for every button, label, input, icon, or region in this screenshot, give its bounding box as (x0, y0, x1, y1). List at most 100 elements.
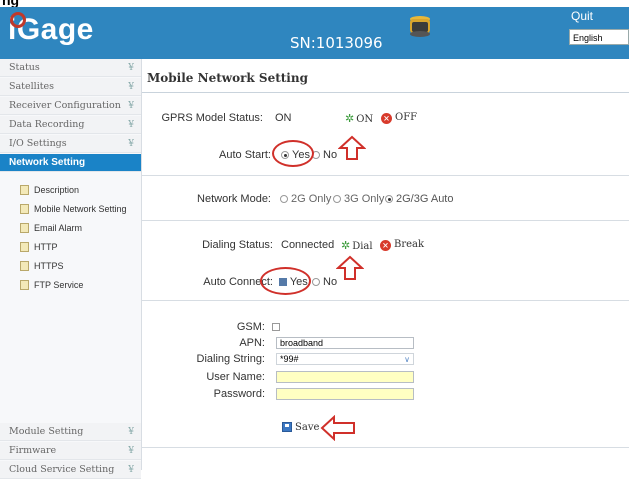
floppy-disk-icon (282, 422, 292, 432)
sidebar-item-label: Firmware (9, 445, 57, 456)
green-power-icon: ✲ (341, 239, 351, 252)
network-mode-3g-radio[interactable]: 3G Only (333, 193, 384, 205)
network-mode-2g-label: 2G Only (291, 193, 332, 205)
sidebar: Status ¥ Satellites ¥ Receiver Configura… (0, 59, 142, 479)
sub-item-label: HTTPS (34, 261, 64, 271)
gprs-on-label: ON (356, 114, 374, 125)
password-label: Password: (213, 388, 265, 400)
document-icon (20, 185, 29, 195)
red-close-icon: × (380, 240, 391, 251)
apn-input[interactable]: broadband (276, 337, 414, 349)
double-chevron-down-icon: ¥ (128, 427, 134, 437)
document-icon (20, 204, 29, 214)
double-chevron-down-icon: ¥ (128, 139, 134, 149)
window-title-text: ng (2, 0, 19, 7)
radio-selected-icon (385, 195, 393, 203)
double-chevron-down-icon: ¥ (128, 101, 134, 111)
document-icon (20, 242, 29, 252)
title-divider (142, 92, 629, 93)
radio-unselected-icon (333, 195, 341, 203)
sub-item-label: Email Alarm (34, 223, 83, 233)
annotation-left-arrow-icon (320, 415, 355, 441)
break-button[interactable]: × Break (380, 239, 424, 251)
gprs-off-button[interactable]: × OFF (381, 112, 417, 124)
section-divider (142, 220, 629, 221)
window-title-fragment: ng (0, 0, 629, 7)
auto-start-no-radio[interactable]: No (312, 149, 337, 161)
dialing-status-value: Connected (281, 239, 335, 251)
sidebar-item-network-setting[interactable]: Network Setting (0, 154, 141, 172)
sub-item-label: Mobile Network Setting (34, 204, 127, 214)
username-input[interactable] (276, 371, 414, 383)
igage-logo: iGage (8, 12, 94, 47)
annotation-up-arrow-icon (338, 135, 366, 160)
network-mode-auto-radio[interactable]: 2G/3G Auto (385, 193, 453, 205)
sidebar-item-io-settings[interactable]: I/O Settings ¥ (0, 135, 141, 153)
password-input[interactable] (276, 388, 414, 400)
sidebar-item-satellites[interactable]: Satellites ¥ (0, 78, 141, 96)
save-label: Save (295, 422, 320, 433)
gsm-checkbox[interactable] (272, 321, 280, 333)
main-panel: Mobile Network Setting GPRS Model Status… (142, 59, 629, 470)
annotation-up-arrow-icon (336, 255, 364, 280)
network-mode-2g-radio[interactable]: 2G Only (280, 193, 331, 205)
serial-number: SN:1013096 (290, 34, 383, 52)
sidebar-item-label: Network Setting (9, 157, 86, 168)
break-label: Break (394, 239, 425, 250)
sidebar-item-cloud-service-setting[interactable]: Cloud Service Setting ¥ (0, 461, 141, 479)
sub-item-email-alarm[interactable]: Email Alarm (20, 221, 82, 235)
apn-label: APN: (239, 337, 265, 349)
sidebar-item-label: Status (9, 62, 40, 73)
sidebar-item-module-setting[interactable]: Module Setting ¥ (0, 423, 141, 441)
sidebar-item-status[interactable]: Status ¥ (0, 59, 141, 77)
gprs-on-button[interactable]: ✲ ON (345, 112, 373, 125)
auto-connect-label: Auto Connect: (203, 276, 273, 288)
dialing-string-label: Dialing String: (196, 353, 265, 365)
double-chevron-down-icon: ¥ (128, 446, 134, 456)
quit-link[interactable]: Quit (571, 9, 593, 23)
sidebar-item-label: Receiver Configuration (9, 100, 121, 111)
sidebar-item-data-recording[interactable]: Data Recording ¥ (0, 116, 141, 134)
sidebar-item-receiver-configuration[interactable]: Receiver Configuration ¥ (0, 97, 141, 115)
gprs-off-label: OFF (395, 112, 418, 123)
gsm-label: GSM: (236, 321, 265, 333)
auto-connect-no-radio[interactable]: No (312, 276, 337, 288)
double-chevron-down-icon: ¥ (128, 63, 134, 73)
network-mode-auto-label: 2G/3G Auto (396, 193, 454, 205)
dialing-string-value: *99# (280, 354, 299, 364)
sidebar-item-label: I/O Settings (9, 138, 67, 149)
network-mode-label: Network Mode: (197, 193, 271, 205)
section-divider (142, 175, 629, 176)
document-icon (20, 261, 29, 271)
sub-item-http[interactable]: HTTP (20, 240, 58, 254)
radio-unselected-icon (312, 278, 320, 286)
dialing-status-label: Dialing Status: (202, 239, 273, 251)
annotation-circle (260, 267, 311, 295)
dial-label: Dial (352, 241, 373, 252)
sub-item-https[interactable]: HTTPS (20, 259, 64, 273)
page-title: Mobile Network Setting (147, 71, 308, 85)
sidebar-item-firmware[interactable]: Firmware ¥ (0, 442, 141, 460)
annotation-circle (272, 140, 314, 167)
sub-item-description[interactable]: Description (20, 183, 79, 197)
sidebar-item-label: Satellites (9, 81, 55, 92)
checkbox-unchecked-icon (272, 323, 280, 331)
sub-item-label: FTP Service (34, 280, 84, 290)
gnss-receiver-icon (410, 16, 430, 37)
double-chevron-down-icon: ¥ (128, 82, 134, 92)
sub-item-label: Description (34, 185, 80, 195)
gprs-status-value: ON (275, 112, 292, 124)
dialing-string-select[interactable]: *99# ∨ (276, 353, 414, 365)
sub-item-ftp-service[interactable]: FTP Service (20, 278, 83, 292)
document-icon (20, 223, 29, 233)
double-chevron-down-icon: ¥ (128, 120, 134, 130)
double-chevron-down-icon: ¥ (128, 465, 134, 475)
dial-button[interactable]: ✲ Dial (341, 239, 373, 252)
language-select[interactable]: English (569, 29, 629, 45)
save-button[interactable]: Save (282, 422, 319, 433)
sidebar-item-label: Data Recording (9, 119, 85, 130)
sub-item-mobile-network-setting[interactable]: Mobile Network Setting (20, 202, 127, 216)
gprs-status-label: GPRS Model Status: (161, 112, 264, 124)
section-divider (142, 300, 629, 301)
app-header: iGage SN:1013096 Quit English (0, 7, 629, 59)
